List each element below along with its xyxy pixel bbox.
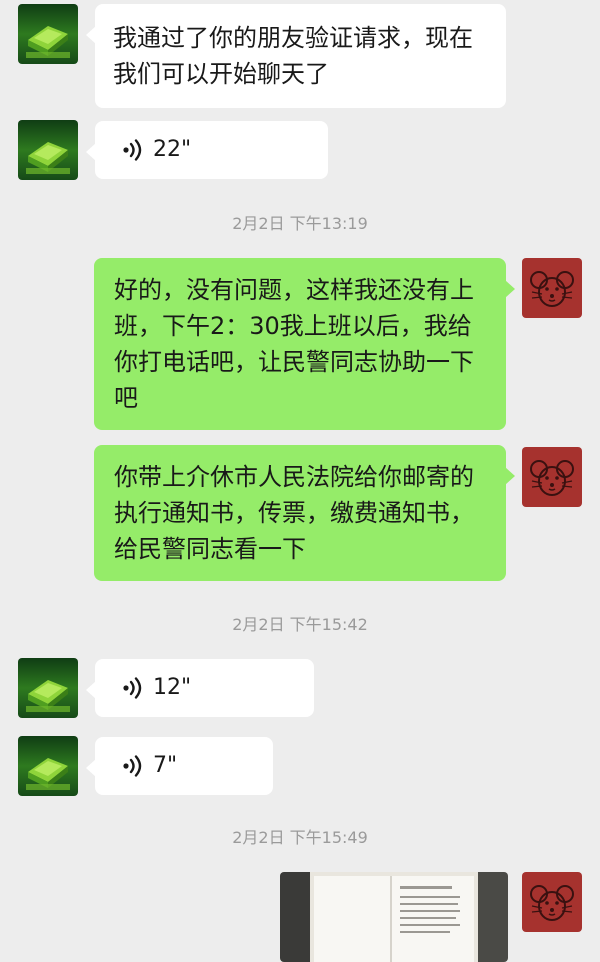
outgoing-message-bubble[interactable]: 你带上介休市人民法院给你邮寄的执行通知书，传票，缴费通知书，给民警同志看一下 xyxy=(94,445,515,581)
my-avatar[interactable] xyxy=(522,258,582,318)
green-book-avatar-icon xyxy=(18,4,78,64)
voice-wave-icon xyxy=(122,755,142,777)
voice-duration: 7" xyxy=(153,753,178,778)
contact-avatar[interactable] xyxy=(18,120,78,180)
voice-duration: 12" xyxy=(153,675,192,700)
contact-avatar[interactable] xyxy=(18,658,78,718)
voice-wave-icon xyxy=(122,677,142,699)
green-book-avatar-icon xyxy=(18,120,78,180)
my-avatar[interactable] xyxy=(522,447,582,507)
mouse-face-avatar-icon xyxy=(522,447,582,507)
message-text: 我通过了你的朋友验证请求，现在我们可以开始聊天了 xyxy=(113,24,473,88)
incoming-message-bubble[interactable]: 我通过了你的朋友验证请求，现在我们可以开始聊天了 xyxy=(86,4,506,108)
timestamp: 2月2日 下午15:42 xyxy=(232,615,368,634)
my-avatar[interactable] xyxy=(522,872,582,932)
voice-duration: 22" xyxy=(153,137,192,162)
message-text: 你带上介休市人民法院给你邮寄的执行通知书，传票，缴费通知书，给民警同志看一下 xyxy=(114,463,474,563)
timestamp: 2月2日 下午15:49 xyxy=(232,828,368,847)
voice-message-bubble[interactable]: 12" xyxy=(86,659,314,717)
contact-avatar[interactable] xyxy=(18,736,78,796)
voice-message-bubble[interactable]: 22" xyxy=(86,121,328,179)
timestamp: 2月2日 下午13:19 xyxy=(232,214,368,233)
green-book-avatar-icon xyxy=(18,658,78,718)
green-book-avatar-icon xyxy=(18,736,78,796)
mouse-face-avatar-icon xyxy=(522,258,582,318)
image-message[interactable] xyxy=(280,872,508,962)
contact-avatar[interactable] xyxy=(18,4,78,64)
mouse-face-avatar-icon xyxy=(522,872,582,932)
document-photo xyxy=(280,872,508,962)
message-text: 好的，没有问题，这样我还没有上班，下午2：30我上班以后，我给你打电话吧，让民警… xyxy=(114,276,474,412)
outgoing-message-bubble[interactable]: 好的，没有问题，这样我还没有上班，下午2：30我上班以后，我给你打电话吧，让民警… xyxy=(94,258,515,430)
voice-wave-icon xyxy=(122,139,142,161)
voice-message-bubble[interactable]: 7" xyxy=(86,737,273,795)
